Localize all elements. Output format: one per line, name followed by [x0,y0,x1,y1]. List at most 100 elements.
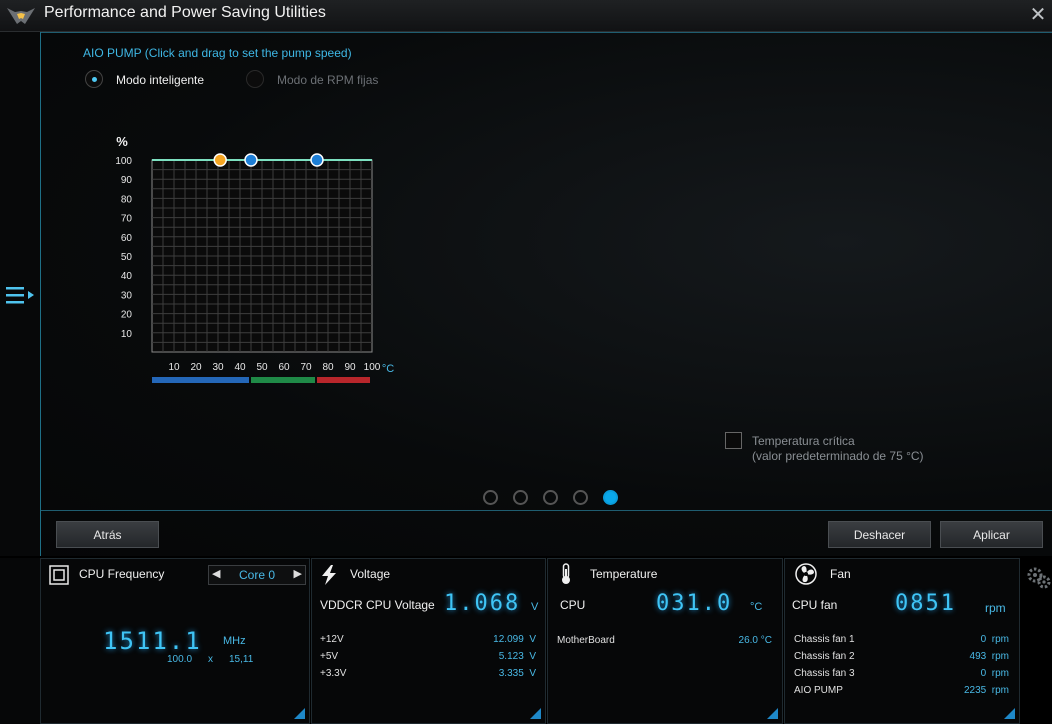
y-tick-label: 20 [121,310,133,321]
vcore-label: VDDCR CPU Voltage [320,598,435,612]
y-tick-label: 30 [121,290,133,301]
cpu-temp-unit: °C [750,601,763,613]
vcore-value: 1.068 [444,591,521,616]
content-top-border [41,32,1052,33]
x-axis-unit: °C [382,363,394,375]
window-title: Performance and Power Saving Utilities [44,4,326,21]
curve-control-point[interactable] [310,153,324,167]
page-dot-3[interactable] [543,490,558,505]
fan-row-label: Chassis fan 2 [794,651,855,662]
undo-button[interactable]: Deshacer [828,521,931,548]
voltage-row-unit: V [529,634,536,645]
bottom-left-spacer [0,558,40,724]
fan-row-unit: rpm [991,685,1009,696]
sidebar [0,32,41,556]
settings-gear-icon[interactable] [1026,566,1052,590]
fan-row-number: 0 [980,634,987,645]
x-tick-label: 80 [322,362,334,373]
y-tick-label: 90 [121,175,133,186]
smart-mode-radio[interactable] [85,70,103,88]
cpu-fan-value: 0851 [895,591,956,616]
title-bar: Performance and Power Saving Utilities ✕ [0,0,1052,32]
page-dot-4[interactable] [573,490,588,505]
thermometer-icon [562,563,570,584]
fan-row-value: 2235 rpm [925,685,1009,696]
fan-row-number: 493 [969,651,987,662]
x-tick-label: 100 [364,362,381,373]
cpu-chip-icon [49,565,69,585]
mb-temp-label: MotherBoard [557,635,615,646]
curve-control-point[interactable] [213,153,227,167]
panel-expand-icon[interactable] [1004,708,1015,719]
temp-zone-bar [317,377,370,383]
page-dot-2[interactable] [513,490,528,505]
menu-icon[interactable] [6,284,36,306]
critical-temp-checkbox[interactable] [725,432,742,449]
critical-temp-label-line2: (valor predeterminado de 75 °C) [752,449,924,463]
voltage-row-label: +5V [320,651,339,662]
voltage-row-number: 3.335 [498,668,524,679]
pump-section-title: AIO PUMP (Click and drag to set the pump… [83,46,352,60]
y-tick-label: 10 [121,329,133,340]
voltage-row-unit: V [529,668,536,679]
x-tick-label: 60 [278,362,290,373]
page-dot-1[interactable] [483,490,498,505]
page-dot-5[interactable] [603,490,618,505]
cpu-fan-label: CPU fan [792,598,838,612]
smart-mode-label: Modo inteligente [116,73,205,87]
fan-panel: Fan CPU fan 0851 rpm Chassis fan 1 0 rpm… [784,558,1020,724]
fan-row-number: 2235 [963,685,987,696]
panel-expand-icon[interactable] [530,708,541,719]
fan-title: Fan [830,567,851,581]
bclk-value: 100.0 [167,654,193,665]
y-tick-label: 80 [121,194,133,205]
back-button[interactable]: Atrás [56,521,159,548]
fan-row-unit: rpm [991,634,1009,645]
panel-expand-icon[interactable] [767,708,778,719]
core-selector[interactable]: ◀ Core 0 ▶ [208,565,306,585]
core-next-icon[interactable]: ▶ [294,567,302,580]
temp-zone-bar [251,377,315,383]
cpu-frequency-value: 1511.1 [103,627,202,655]
fan-row-number: 0 [980,668,987,679]
fan-row-label: Chassis fan 3 [794,668,855,679]
cpu-frequency-unit: MHz [223,635,246,647]
fan-row-value: 0 rpm [925,634,1009,645]
x-tick-label: 90 [344,362,356,373]
cpu-fan-unit: rpm [985,601,1006,615]
voltage-row-label: +3.3V [320,668,347,679]
temperature-panel: Temperature CPU 031.0 °C MotherBoard 26.… [547,558,783,724]
critical-temp-label-line1: Temperatura crítica [752,434,855,448]
page-indicator [483,490,618,505]
temp-zone-bar [152,377,249,383]
panel-expand-icon[interactable] [294,708,305,719]
fan-row-unit: rpm [991,668,1009,679]
core-selector-value: Core 0 [238,568,276,582]
mb-temp-value: 26.0 °C [738,635,772,646]
x-tick-label: 50 [256,362,268,373]
pump-curve-chart[interactable]: 10 20 30 40 50 60 70 80 90 100 10 20 30 40 50 60 70 80 90 1… [110,97,410,387]
x-tick-label: 20 [190,362,202,373]
voltage-row-number: 5.123 [498,651,524,662]
curve-control-point[interactable] [244,153,258,167]
vcore-unit: V [531,601,539,613]
fan-row-label: Chassis fan 1 [794,634,855,645]
cpu-frequency-title: CPU Frequency [79,567,165,581]
apply-button[interactable]: Aplicar [940,521,1043,548]
y-axis-unit: % [116,134,128,149]
y-tick-label: 60 [121,233,133,244]
y-tick-label: 50 [121,252,133,263]
voltage-title: Voltage [350,567,391,581]
voltage-row-value: 3.335 V [462,668,536,679]
y-tick-label: 100 [115,156,132,167]
voltage-panel: Voltage VDDCR CPU Voltage 1.068 V +12V 1… [311,558,546,724]
x-tick-label: 30 [212,362,224,373]
x-tick-label: 10 [168,362,180,373]
close-button[interactable]: ✕ [1028,5,1048,25]
multiplier-x: x [208,654,213,665]
tuf-logo-icon [7,8,35,24]
cpu-temp-label: CPU [560,598,586,612]
x-tick-label: 70 [300,362,312,373]
voltage-row-unit: V [529,651,536,662]
fixed-rpm-radio[interactable] [246,70,264,88]
